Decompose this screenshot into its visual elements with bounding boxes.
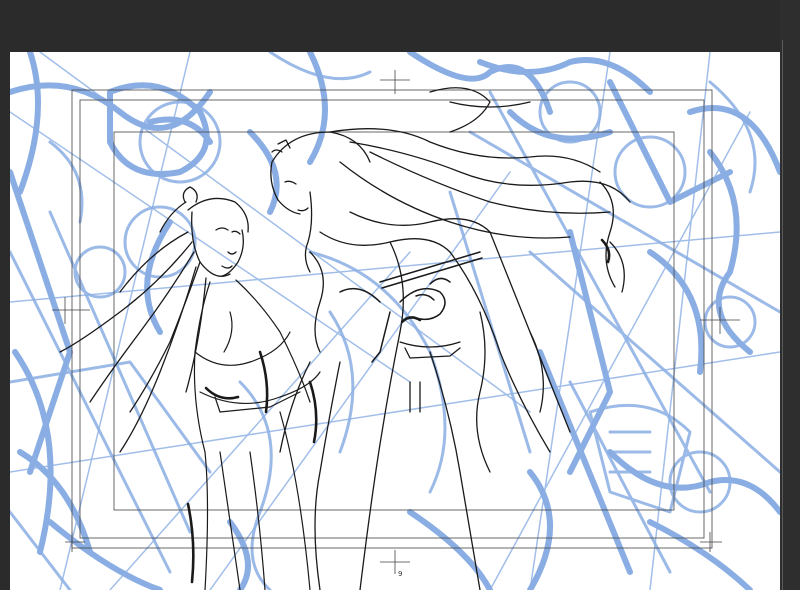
panel-divider [782,40,783,590]
top-toolbar-area [0,0,800,52]
page-number: 9 [398,570,403,578]
left-panel-edge [0,52,10,590]
right-panel-edge [780,0,800,590]
rough-sketch-layer [10,52,780,590]
drawing-canvas[interactable]: 9 [10,52,780,590]
artwork-svg [10,52,780,590]
